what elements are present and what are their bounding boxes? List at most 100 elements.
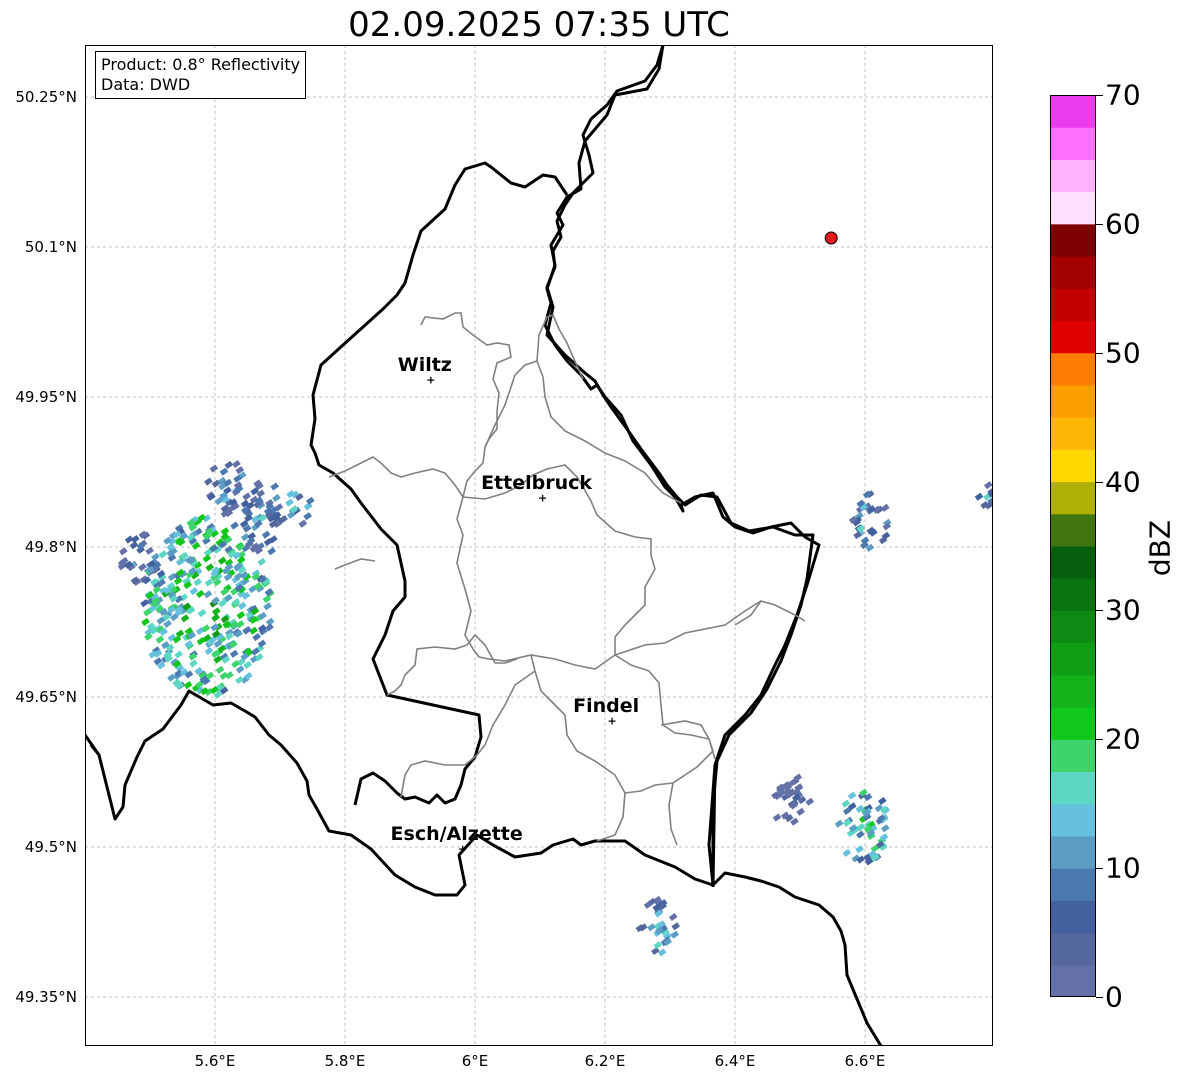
echo-pixel (880, 824, 890, 833)
echo-pixel (842, 848, 852, 858)
echo-pixel (983, 481, 993, 490)
colorbar-tick (1096, 352, 1103, 354)
radar-site-marker (824, 231, 838, 245)
echo-pixel (118, 547, 128, 556)
echo-pixel (257, 557, 267, 566)
colorbar (1050, 95, 1096, 997)
lon-tick-label: 6.2°E (584, 1052, 626, 1070)
lat-tick-label: 49.35°N (15, 988, 77, 1006)
colorbar-tick-label: 40 (1105, 465, 1141, 499)
echo-pixel (242, 492, 252, 501)
echo-pixel (303, 512, 312, 521)
colorbar-segment (1050, 771, 1096, 805)
city-label: Findel (573, 695, 639, 717)
echo-pixel (261, 530, 271, 539)
colorbar-segment (1050, 803, 1096, 837)
colorbar-segment (1050, 707, 1096, 740)
echo-pixel (219, 671, 229, 680)
echo-pixel (220, 527, 230, 536)
echo-pixel (668, 912, 678, 922)
colorbar-segment (1050, 223, 1096, 257)
colorbar-segment (1050, 320, 1096, 354)
colorbar-tick (1096, 739, 1103, 741)
echo-pixel (211, 613, 220, 622)
echo-pixel (657, 948, 667, 957)
colorbar-segment (1050, 384, 1096, 418)
echo-pixel (647, 923, 656, 932)
colorbar-segment (1050, 191, 1096, 225)
colorbar-segment (1050, 95, 1096, 128)
colorbar-segment (1050, 449, 1096, 483)
echo-pixel (263, 602, 272, 611)
echo-pixel (204, 477, 213, 486)
canton-boundaries (328, 312, 806, 846)
echo-cell (285, 489, 315, 528)
canton-boundary (386, 634, 626, 842)
echo-pixel (230, 521, 239, 530)
radar-echoes (117, 459, 993, 957)
echo-cell (834, 788, 891, 866)
echo-pixel (860, 536, 870, 545)
city-ettelbruck: +Ettelbruck (481, 472, 592, 505)
echo-pixel (855, 845, 864, 854)
echo-pixel (974, 492, 984, 501)
echo-cell (974, 481, 993, 510)
country-borders (85, 45, 883, 1046)
colorbar-tick-label: 10 (1105, 851, 1141, 885)
echo-cell (848, 490, 892, 552)
colorbar-tick (1096, 997, 1103, 998)
city-label: Ettelbruck (481, 472, 592, 494)
colorbar-tick (1096, 223, 1103, 225)
colorbar-segment (1050, 352, 1096, 386)
lat-tick-label: 49.8°N (24, 538, 77, 556)
colorbar-segment (1050, 964, 1096, 997)
city-wiltz: +Wiltz (398, 354, 452, 387)
echo-pixel (267, 547, 276, 556)
colorbar-segment (1050, 610, 1096, 644)
city-label: Esch/Alzette (391, 823, 523, 845)
colorbar-tick-label: 0 (1105, 980, 1123, 1014)
colorbar-segment (1050, 932, 1096, 966)
echo-pixel (209, 464, 219, 473)
echo-pixel (180, 614, 190, 623)
echo-pixel (772, 813, 782, 822)
map-frame: + Wiltz + Ettelbruck + Findel + Esch/Alzette Pr… (85, 45, 993, 1046)
echo-pixel (252, 632, 261, 642)
echo-pixel (834, 819, 844, 828)
colorbar-segment (1050, 481, 1096, 515)
echo-pixel (158, 550, 168, 559)
colorbar-segment (1050, 835, 1096, 869)
echo-pixel (671, 922, 681, 931)
lat-tick-label: 50.25°N (15, 88, 77, 106)
colorbar-segment (1050, 256, 1096, 289)
colorbar-segment (1050, 513, 1096, 547)
lat-tick-label: 49.65°N (15, 688, 77, 706)
echo-pixel (805, 797, 815, 806)
echo-pixel (856, 830, 865, 839)
colorbar-segment (1050, 868, 1096, 901)
lon-tick-label: 6°E (461, 1052, 489, 1070)
colorbar-segment (1050, 739, 1096, 772)
echo-pixel (202, 554, 212, 563)
echo-pixel (270, 482, 279, 491)
colorbar-segment (1050, 288, 1096, 321)
colorbar-tick-label: 20 (1105, 722, 1141, 756)
colorbar-unit-label: dBZ (1143, 519, 1177, 577)
echo-pixel (235, 665, 245, 674)
echo-pixel (285, 498, 294, 507)
echo-pixel (145, 546, 154, 555)
lon-tick-label: 5.6°E (194, 1052, 236, 1070)
echo-pixel (232, 459, 241, 469)
echo-pixel (796, 807, 805, 816)
colorbar-segment (1050, 127, 1096, 160)
city-markers: +Wiltz+Ettelbruck+Findel+Esch/Alzette (391, 354, 640, 856)
lat-tick-label: 50.1°N (24, 238, 77, 256)
map-title: 02.09.2025 07:35 UTC (348, 5, 730, 45)
echo-cell (117, 530, 161, 587)
colorbar-segment (1050, 578, 1096, 611)
lon-tick-label: 6.4°E (714, 1052, 756, 1070)
echo-pixel (215, 665, 225, 674)
city-label: Wiltz (398, 354, 452, 376)
lat-tick-label: 49.95°N (15, 388, 77, 406)
colorbar-segment (1050, 674, 1096, 708)
